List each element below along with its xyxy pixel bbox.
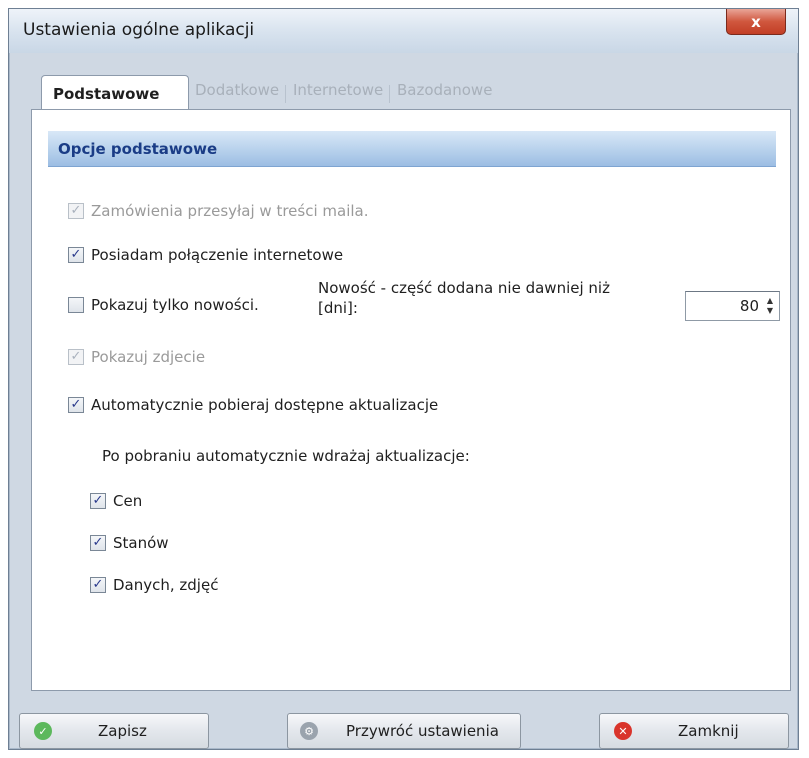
spinner-down-icon[interactable]: ▼ (763, 306, 777, 316)
spinner-buttons: ▲ ▼ (763, 296, 777, 316)
tab-separator (285, 85, 286, 103)
close-button[interactable]: ✕ Zamknij (599, 713, 789, 749)
tab-dodatkowe[interactable]: Dodatkowe (195, 81, 279, 99)
tab-panel-podstawowe: Opcje podstawowe ✓ Zamówienia przesyłaj … (31, 109, 791, 691)
restore-settings-button-label: Przywróć ustawienia (346, 722, 499, 740)
option-deploy-prices-label: Cen (113, 492, 143, 510)
settings-window: Ustawienia ogólne aplikacji x Podstawowe… (8, 8, 799, 750)
checkbox-deploy-prices[interactable]: ✓ (90, 493, 106, 509)
option-auto-download[interactable]: ✓ Automatycznie pobieraj dostępne aktual… (68, 396, 438, 414)
close-button-label: Zamknij (678, 722, 739, 740)
checkbox-auto-download[interactable]: ✓ (68, 397, 84, 413)
checkbox-internet-connection[interactable]: ✓ (68, 247, 84, 263)
x-circle-icon: ✕ (614, 722, 632, 740)
option-deploy-stock-label: Stanów (113, 534, 169, 552)
novelty-label-line2: [dni]: (318, 299, 358, 317)
option-internet-connection[interactable]: ✓ Posiadam połączenie internetowe (68, 246, 343, 264)
window-close-button[interactable]: x (726, 9, 786, 35)
tab-strip: Podstawowe Dodatkowe Internetowe Bazodan… (31, 71, 791, 111)
novelty-days-value[interactable]: 80 (740, 297, 759, 315)
option-deploy-stock[interactable]: ✓ Stanów (90, 534, 169, 552)
option-show-photo-label: Pokazuj zdjecie (91, 348, 206, 366)
auto-deploy-label: Po pobraniu automatycznie wdrażaj aktual… (102, 447, 470, 465)
checkbox-deploy-stock[interactable]: ✓ (90, 535, 106, 551)
option-orders-in-mail-label: Zamówienia przesyłaj w treści maila. (91, 202, 369, 220)
tab-separator (389, 85, 390, 103)
novelty-days-spinner[interactable]: 80 ▲ ▼ (685, 291, 780, 321)
checkbox-show-photo: ✓ (68, 349, 84, 365)
check-circle-icon: ✓ (34, 722, 52, 740)
window-title: Ustawienia ogólne aplikacji (23, 20, 255, 40)
tab-internetowe[interactable]: Internetowe (293, 81, 383, 99)
save-button-label: Zapisz (98, 722, 147, 740)
option-deploy-data-photos[interactable]: ✓ Danych, zdjęć (90, 576, 218, 594)
title-bar: Ustawienia ogólne aplikacji x (9, 9, 798, 53)
option-internet-connection-label: Posiadam połączenie internetowe (91, 246, 344, 264)
section-header: Opcje podstawowe (48, 131, 776, 167)
section-title: Opcje podstawowe (58, 140, 218, 158)
save-button[interactable]: ✓ Zapisz (19, 713, 209, 749)
option-deploy-data-photos-label: Danych, zdjęć (113, 576, 219, 594)
checkbox-deploy-data-photos[interactable]: ✓ (90, 577, 106, 593)
tab-podstawowe[interactable]: Podstawowe (41, 75, 189, 111)
option-show-photo: ✓ Pokazuj zdjecie (68, 348, 205, 366)
spinner-up-icon[interactable]: ▲ (763, 296, 777, 306)
option-show-new-only-label: Pokazuj tylko nowości. (91, 296, 259, 314)
checkbox-show-new-only[interactable] (68, 297, 84, 313)
option-show-new-only[interactable]: Pokazuj tylko nowości. (68, 296, 259, 314)
tab-bazodanowe[interactable]: Bazodanowe (397, 81, 492, 99)
checkbox-orders-in-mail: ✓ (68, 203, 84, 219)
option-deploy-prices[interactable]: ✓ Cen (90, 492, 142, 510)
restore-settings-button[interactable]: ⚙ Przywróć ustawienia (287, 713, 521, 749)
option-auto-download-label: Automatycznie pobieraj dostępne aktualiz… (91, 396, 439, 414)
novelty-label: Nowość - część dodana nie dawniej niż [d… (318, 278, 658, 318)
novelty-label-line1: Nowość - część dodana nie dawniej niż (318, 279, 610, 297)
gear-icon: ⚙ (300, 722, 318, 740)
option-orders-in-mail: ✓ Zamówienia przesyłaj w treści maila. (68, 202, 369, 220)
